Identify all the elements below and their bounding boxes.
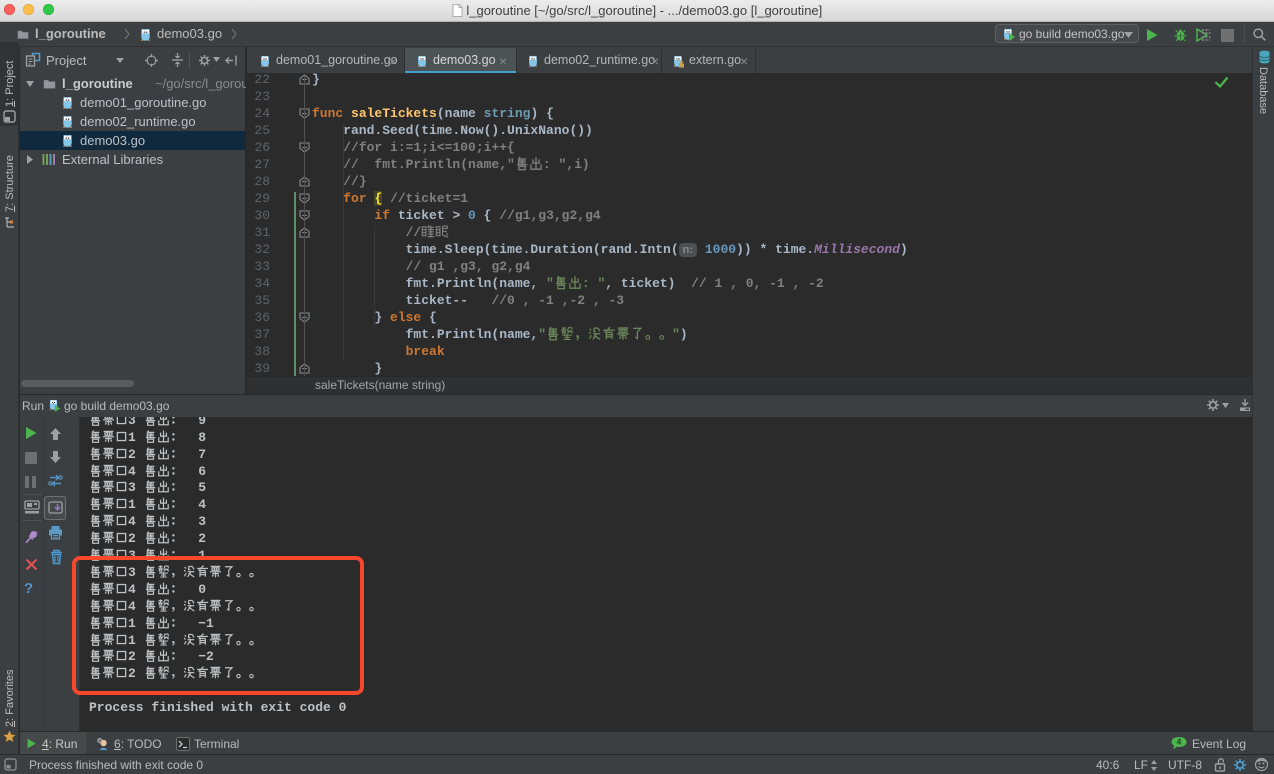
svg-text:4: 4 [1177,737,1182,747]
